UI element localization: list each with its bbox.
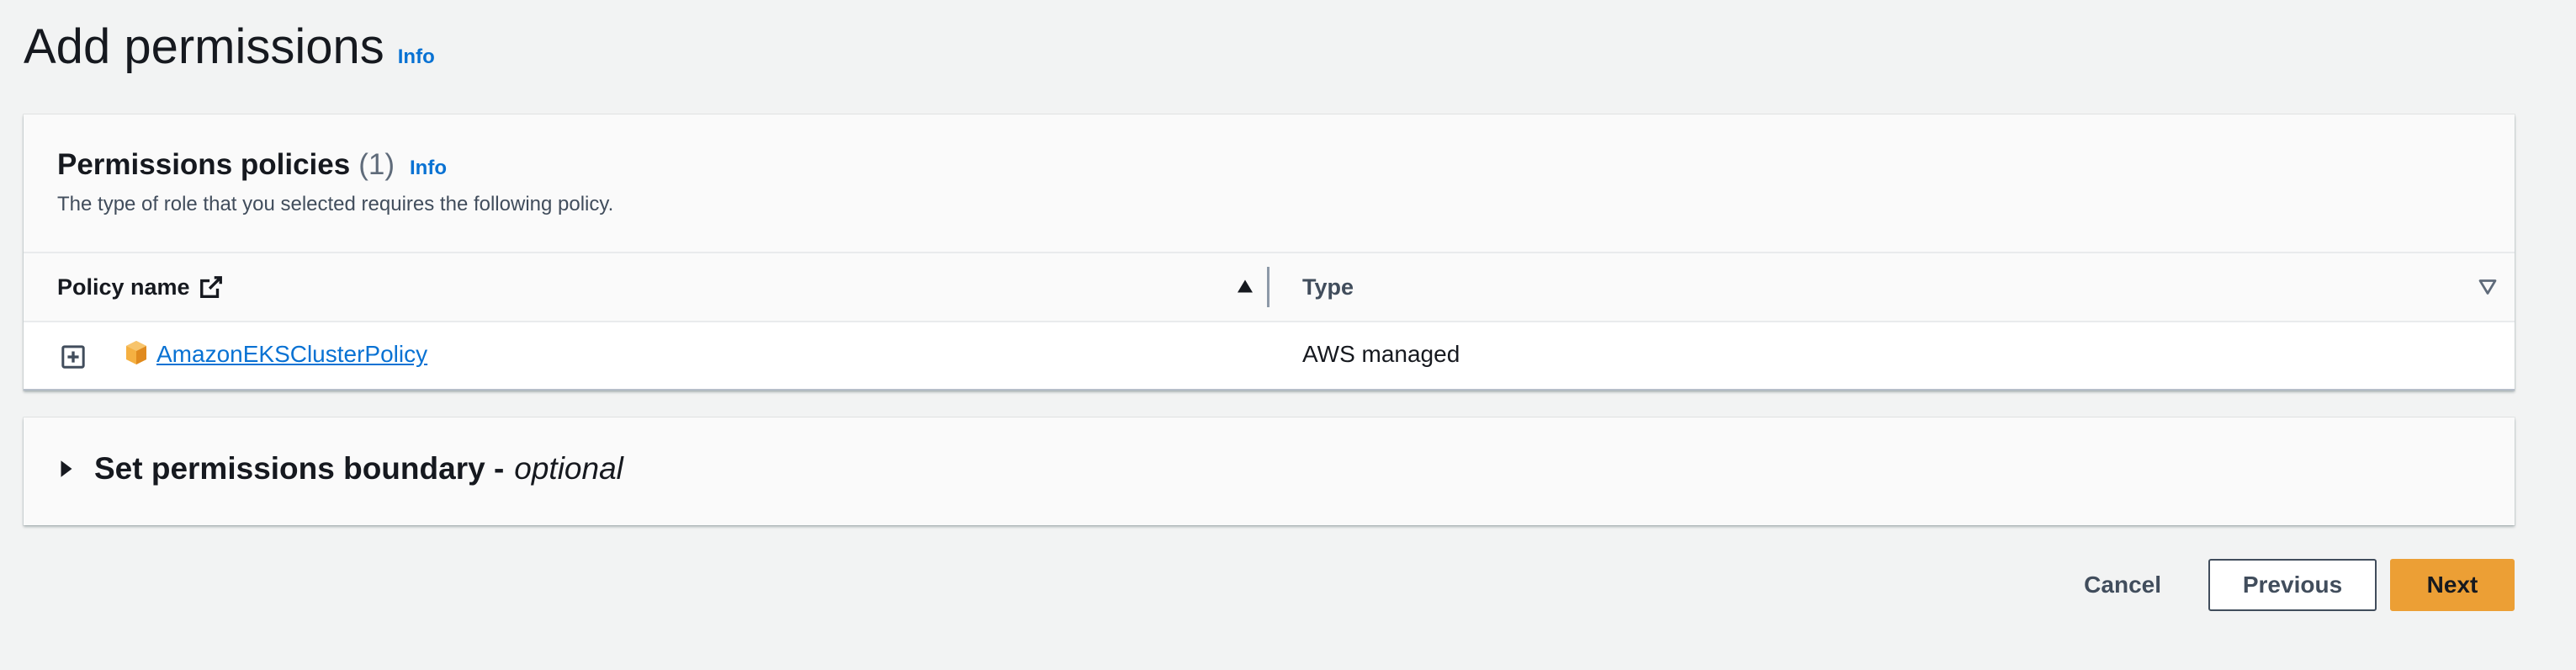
aws-service-cube-icon (126, 341, 146, 364)
policy-name-link[interactable]: AmazonEKSClusterPolicy (156, 341, 427, 368)
sort-caret-down-icon[interactable] (2478, 277, 2498, 297)
permissions-boundary-optional: optional (514, 451, 623, 486)
column-header-policy-name[interactable]: Policy name (57, 253, 224, 321)
permissions-policies-info-link[interactable]: Info (410, 157, 447, 180)
permissions-boundary-panel: Set permissions boundary - optional (24, 417, 2515, 525)
page-info-link[interactable]: Info (398, 45, 435, 69)
permissions-policies-heading: Permissions policies (1) Info (57, 148, 447, 182)
column-header-policy-name-label: Policy name (57, 274, 190, 300)
previous-button[interactable]: Previous (2208, 559, 2377, 611)
cancel-button[interactable]: Cancel (2054, 559, 2192, 611)
policies-count: (1) (358, 148, 395, 181)
caret-right-icon (61, 460, 72, 477)
page-title: Add permissions (24, 19, 384, 74)
policy-type-cell: AWS managed (1302, 341, 1460, 367)
column-resize-handle[interactable] (1267, 267, 1269, 307)
column-header-type-label: Type (1302, 274, 1354, 300)
permissions-policies-panel: Permissions policies (1) Info The type o… (24, 114, 2515, 391)
external-link-icon (199, 276, 222, 298)
sort-ascending-icon[interactable] (1235, 276, 1255, 296)
page-header: Add permissions Info (24, 19, 435, 75)
wizard-actions: Cancel Previous Next (2054, 559, 2515, 611)
expand-row-icon[interactable] (61, 344, 86, 370)
next-button[interactable]: Next (2390, 559, 2515, 611)
permissions-policies-title: Permissions policies (57, 148, 351, 181)
permissions-boundary-title: Set permissions boundary - (94, 451, 505, 486)
column-header-type[interactable]: Type (1302, 253, 1354, 321)
table-row: AmazonEKSClusterPolicy AWS managed (24, 322, 2515, 391)
policies-table-header: Policy name Type (24, 252, 2515, 322)
permissions-boundary-expander[interactable]: Set permissions boundary - optional (57, 451, 623, 487)
permissions-policies-description: The type of role that you selected requi… (57, 193, 614, 215)
